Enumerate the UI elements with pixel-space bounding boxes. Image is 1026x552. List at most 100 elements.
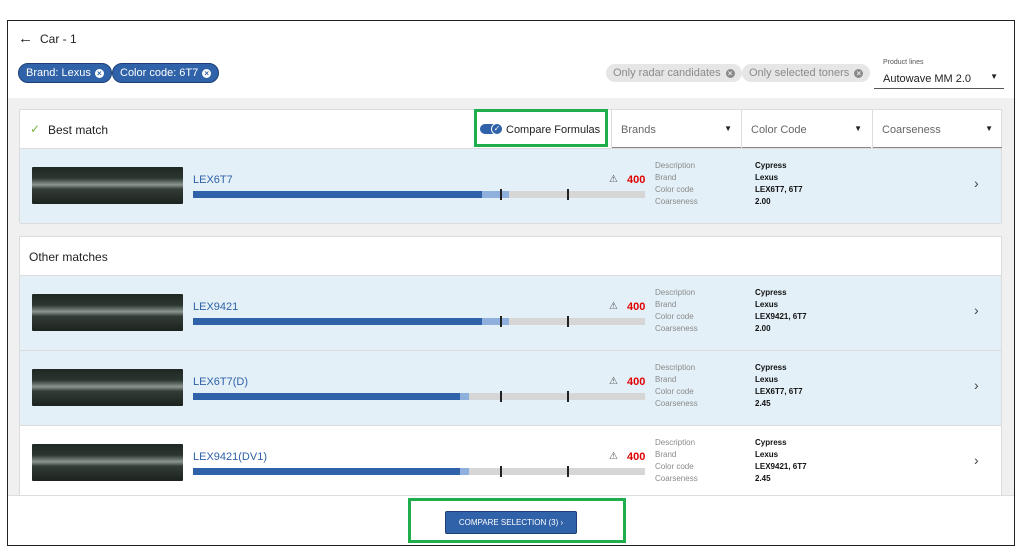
value-color-code: LEX9421, 6T7 bbox=[755, 312, 807, 321]
toggle-only-selected-toners[interactable]: Only selected toners × bbox=[742, 64, 871, 82]
match-score: 400 bbox=[627, 451, 646, 463]
label-coarseness: Coarseness bbox=[655, 399, 698, 408]
label-description: Description bbox=[655, 363, 696, 372]
other-matches-header: Other matches bbox=[20, 237, 1001, 276]
value-color-code: LEX6T7, 6T7 bbox=[755, 387, 803, 396]
formula-code-link[interactable]: LEX9421(DV1) bbox=[193, 451, 267, 463]
footer-bar: COMPARE SELECTION (3) › bbox=[8, 495, 1014, 545]
toggle-only-radar-candidates[interactable]: Only radar candidates × bbox=[606, 64, 742, 82]
product-lines-caption: Product lines bbox=[883, 59, 924, 66]
pill-remove-icon[interactable]: × bbox=[725, 68, 735, 78]
match-bar-marker bbox=[567, 391, 569, 402]
label-brand: Brand bbox=[655, 300, 677, 309]
checkmark-icon[interactable]: ✓ bbox=[491, 123, 503, 135]
value-coarseness: 2.45 bbox=[755, 474, 771, 483]
chevron-right-icon[interactable]: › bbox=[974, 452, 979, 468]
chevron-right-icon[interactable]: › bbox=[974, 377, 979, 393]
match-bar-tolerance bbox=[482, 318, 509, 325]
best-match-card: ✓ Best match ✓ Compare Formulas Brands ▼… bbox=[19, 109, 1002, 224]
compare-selection-button[interactable]: COMPARE SELECTION (3) › bbox=[445, 511, 577, 534]
dropdown-label: Color Code bbox=[751, 124, 807, 136]
color-code-dropdown[interactable]: Color Code ▼ bbox=[741, 110, 871, 148]
pill-label: Only selected toners bbox=[749, 67, 850, 79]
detail-labels: Description Brand Color code Coarseness bbox=[655, 287, 698, 335]
detail-values: Cypress Lexus LEX6T7, 6T7 2.00 bbox=[755, 160, 803, 208]
value-description: Cypress bbox=[755, 288, 787, 297]
label-coarseness: Coarseness bbox=[655, 474, 698, 483]
color-swatch bbox=[32, 167, 183, 204]
dropdown-label: Brands bbox=[621, 124, 656, 136]
match-row[interactable]: LEX9421(DV1) ⚠ 400 Description Brand Col… bbox=[20, 426, 1001, 501]
label-brand: Brand bbox=[655, 375, 677, 384]
warning-icon: ⚠ bbox=[609, 174, 618, 185]
chip-remove-icon[interactable]: × bbox=[202, 68, 212, 78]
chevron-down-icon: ▼ bbox=[724, 124, 732, 133]
value-color-code: LEX9421, 6T7 bbox=[755, 462, 807, 471]
match-row[interactable]: LEX6T7(D) ⚠ 400 Description Brand Color … bbox=[20, 351, 1001, 426]
product-lines-select[interactable]: Product lines Autowave MM 2.0 ▼ bbox=[874, 54, 1004, 89]
color-swatch bbox=[32, 369, 183, 406]
color-swatch bbox=[32, 294, 183, 331]
brands-dropdown[interactable]: Brands ▼ bbox=[611, 110, 741, 148]
match-bar bbox=[193, 189, 645, 200]
other-matches-title: Other matches bbox=[29, 250, 108, 264]
chevron-right-icon[interactable]: › bbox=[974, 175, 979, 191]
chevron-down-icon: ▼ bbox=[985, 124, 993, 133]
chip-remove-icon[interactable]: × bbox=[94, 68, 104, 78]
best-match-header: ✓ Best match ✓ Compare Formulas Brands ▼… bbox=[20, 109, 1002, 149]
match-bar bbox=[193, 316, 645, 327]
pill-remove-icon[interactable]: × bbox=[854, 68, 864, 78]
match-bar-fill bbox=[193, 468, 460, 475]
compare-formulas-label: Compare Formulas bbox=[506, 124, 601, 136]
filter-chip-color-code[interactable]: Color code: 6T7 × bbox=[112, 63, 220, 83]
value-coarseness: 2.45 bbox=[755, 399, 771, 408]
top-bar: ← Car - 1 Brand: Lexus × Color code: 6T7… bbox=[8, 21, 1014, 98]
dropdown-label: Coarseness bbox=[882, 124, 941, 136]
value-brand: Lexus bbox=[755, 300, 779, 309]
match-bar-fill bbox=[193, 191, 482, 198]
chevron-right-icon[interactable]: › bbox=[974, 302, 979, 318]
match-bar-marker bbox=[500, 391, 502, 402]
value-color-code: LEX6T7, 6T7 bbox=[755, 185, 803, 194]
label-description: Description bbox=[655, 288, 696, 297]
detail-labels: Description Brand Color code Coarseness bbox=[655, 437, 698, 485]
formula-code-link[interactable]: LEX6T7(D) bbox=[193, 376, 248, 388]
detail-values: Cypress Lexus LEX6T7, 6T7 2.45 bbox=[755, 362, 803, 410]
label-brand: Brand bbox=[655, 450, 677, 459]
formula-code-link[interactable]: LEX6T7 bbox=[193, 174, 233, 186]
product-lines-value: Autowave MM 2.0 bbox=[883, 73, 972, 85]
detail-values: Cypress Lexus LEX9421, 6T7 2.00 bbox=[755, 287, 807, 335]
chip-label: Color code: 6T7 bbox=[120, 67, 199, 79]
match-score: 400 bbox=[627, 376, 646, 388]
check-icon: ✓ bbox=[30, 122, 41, 136]
other-matches-card: Other matches LEX9421 ⚠ 400 Description … bbox=[19, 236, 1002, 506]
pill-label: Only radar candidates bbox=[613, 67, 721, 79]
filter-chip-brand[interactable]: Brand: Lexus × bbox=[18, 63, 112, 83]
match-row[interactable]: LEX6T7 ⚠ 400 Description Brand Color cod… bbox=[20, 149, 1001, 224]
dropdown-underline bbox=[873, 147, 1002, 148]
match-bar bbox=[193, 466, 645, 477]
match-score: 400 bbox=[627, 301, 646, 313]
match-bar-marker bbox=[567, 316, 569, 327]
match-row[interactable]: LEX9421 ⚠ 400 Description Brand Color co… bbox=[20, 276, 1001, 351]
dropdown-underline bbox=[742, 147, 871, 148]
back-arrow-icon[interactable]: ← bbox=[18, 31, 33, 47]
label-brand: Brand bbox=[655, 173, 677, 182]
page-title: Car - 1 bbox=[40, 32, 77, 46]
match-bar-fill bbox=[193, 393, 460, 400]
label-color-code: Color code bbox=[655, 312, 694, 321]
warning-icon: ⚠ bbox=[609, 376, 618, 387]
color-swatch bbox=[32, 444, 183, 481]
warning-icon: ⚠ bbox=[609, 451, 618, 462]
app-window: ← Car - 1 Brand: Lexus × Color code: 6T7… bbox=[7, 20, 1015, 546]
value-coarseness: 2.00 bbox=[755, 197, 771, 206]
label-description: Description bbox=[655, 438, 696, 447]
match-bar-marker bbox=[500, 316, 502, 327]
formula-code-link[interactable]: LEX9421 bbox=[193, 301, 238, 313]
match-bar bbox=[193, 391, 645, 402]
label-color-code: Color code bbox=[655, 387, 694, 396]
label-color-code: Color code bbox=[655, 462, 694, 471]
coarseness-dropdown[interactable]: Coarseness ▼ bbox=[872, 110, 1002, 148]
best-match-title: Best match bbox=[48, 123, 109, 137]
label-coarseness: Coarseness bbox=[655, 197, 698, 206]
